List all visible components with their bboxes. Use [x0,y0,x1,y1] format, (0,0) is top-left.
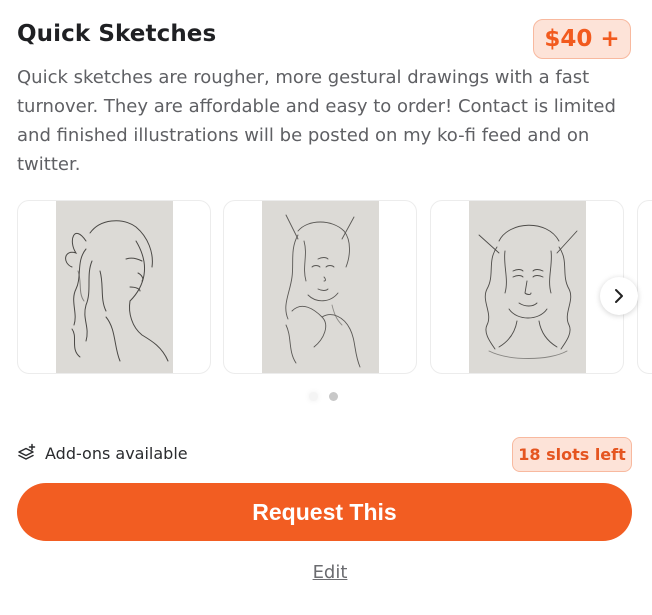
chevron-right-icon [615,289,623,303]
carousel-card[interactable] [430,200,624,374]
edit-link[interactable]: Edit [0,562,652,583]
price-badge: $40 + [533,19,631,59]
slots-left-badge: 18 slots left [512,437,632,472]
commission-description: Quick sketches are rougher, more gestura… [17,67,616,175]
sketch-curly-hair-woman-image [469,201,586,373]
carousel-card[interactable] [17,200,211,374]
commission-title: Quick Sketches [17,21,217,47]
sketch-horned-woman-image [56,201,173,373]
addons-label: Add-ons available [45,443,188,463]
sketch-elf-woman-image [262,201,379,373]
carousel-card[interactable] [223,200,417,374]
carousel-next-button[interactable] [600,277,638,315]
carousel-pagination [309,392,338,401]
carousel-dot-1[interactable] [309,392,318,401]
carousel-dot-2[interactable] [329,392,338,401]
layers-plus-icon [18,443,36,460]
image-carousel[interactable] [17,200,652,376]
addons-indicator: Add-ons available [17,443,188,463]
request-button[interactable]: Request This [17,483,632,541]
carousel-card-partial[interactable] [637,200,652,374]
